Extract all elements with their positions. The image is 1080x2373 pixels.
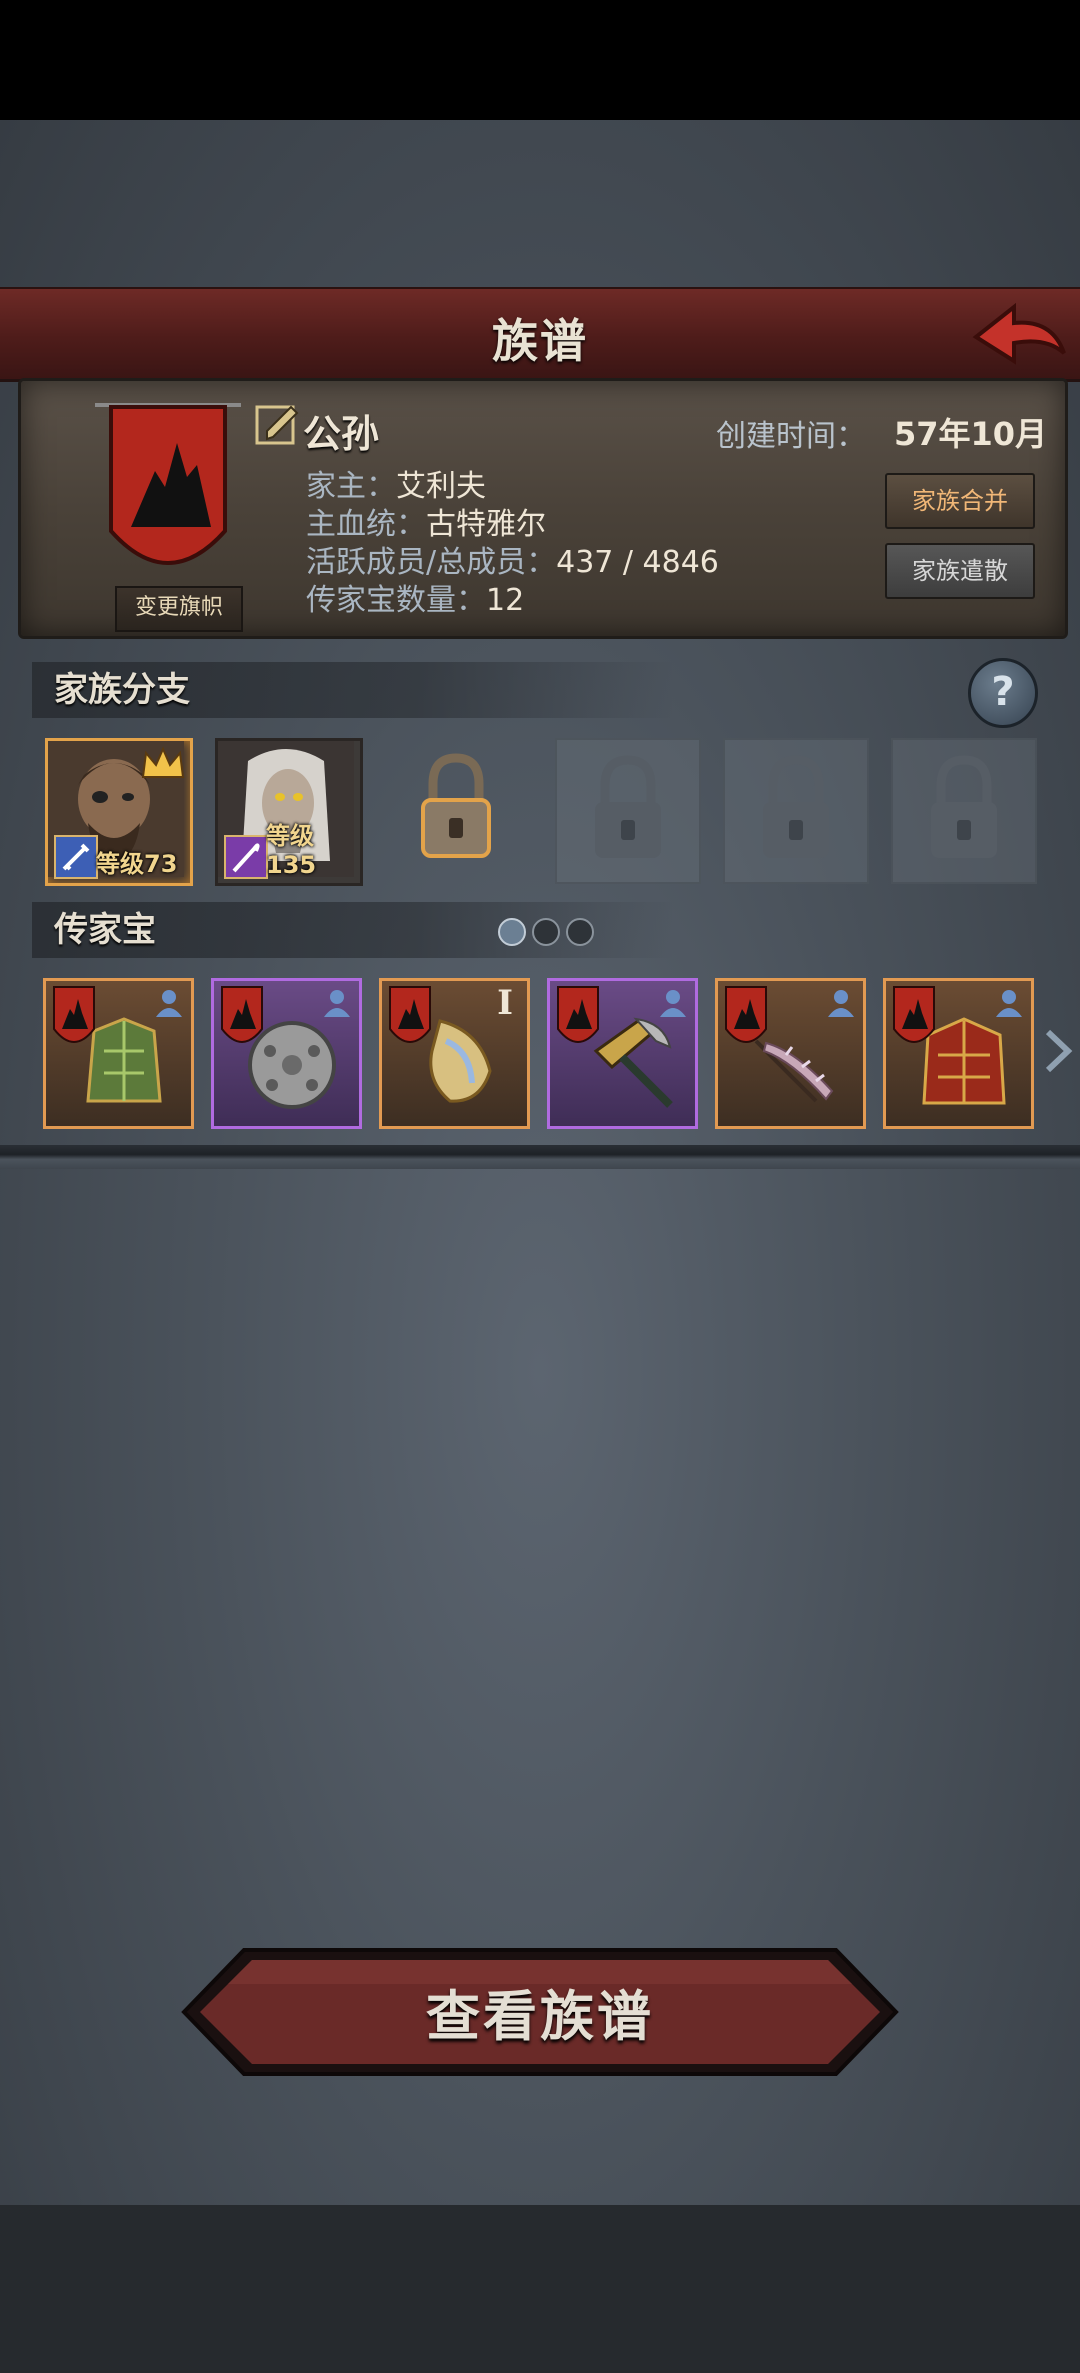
clan-banner-icon xyxy=(389,986,431,1043)
members-value: 437 / 4846 xyxy=(556,545,719,580)
branch-slot-unlockable[interactable] xyxy=(385,738,527,880)
help-icon[interactable]: ? xyxy=(968,658,1038,728)
page-dot[interactable] xyxy=(566,918,594,946)
heirloom-item[interactable]: I xyxy=(379,978,530,1129)
chevron-right-icon[interactable] xyxy=(1040,1026,1076,1076)
member-level: 等级135 xyxy=(266,822,317,879)
page-title: 族谱 xyxy=(492,314,588,368)
page-dot[interactable] xyxy=(498,918,526,946)
user-icon xyxy=(324,990,350,1017)
heirloom-count-row: 传家宝数量：12 xyxy=(306,575,524,619)
user-icon xyxy=(996,990,1022,1017)
lock-icon xyxy=(595,755,661,858)
lock-icon xyxy=(931,755,997,858)
tier-label: I xyxy=(497,983,513,1023)
heirloom-item[interactable] xyxy=(547,978,698,1129)
lock-icon xyxy=(763,755,829,858)
user-icon xyxy=(156,990,182,1017)
created-label: 创建时间： xyxy=(716,419,866,454)
clan-name: 公孙 xyxy=(303,412,380,456)
created-value: 57年10月 xyxy=(894,415,1048,453)
title-bar: 族谱 xyxy=(0,287,1080,382)
page-dot[interactable] xyxy=(532,918,560,946)
clan-banner-icon xyxy=(221,986,263,1043)
clan-info-panel: 变更旗帜 公孙 创建时间： 57年10月 家主：艾利夫 主血统：古特雅尔 活跃成… xyxy=(18,378,1068,639)
branch-slot-locked xyxy=(555,738,701,884)
clan-merge-button[interactable]: 家族合并 xyxy=(885,473,1035,529)
sword-class-icon xyxy=(54,835,98,879)
heirloom-item[interactable] xyxy=(43,978,194,1129)
page-indicator xyxy=(498,918,600,950)
clan-disband-button[interactable]: 家族遣散 xyxy=(885,543,1035,599)
staff-class-icon xyxy=(224,835,268,879)
clan-banner-icon xyxy=(53,986,95,1043)
heirloom-count-value: 12 xyxy=(486,583,525,618)
branches-header: 家族分支 xyxy=(32,662,674,718)
branch-slot-locked xyxy=(891,738,1037,884)
clan-banner-icon xyxy=(95,403,241,565)
heirloom-item[interactable] xyxy=(883,978,1034,1129)
branch-slot-locked xyxy=(723,738,869,884)
clan-banner-icon xyxy=(557,986,599,1043)
branch-member-1[interactable]: 等级73 xyxy=(45,738,193,886)
back-arrow-icon[interactable] xyxy=(970,297,1070,373)
navigation-bar xyxy=(0,2205,1080,2373)
status-bar xyxy=(0,0,1080,120)
change-flag-button[interactable]: 变更旗帜 xyxy=(115,586,243,632)
gold-lock-icon xyxy=(421,753,491,858)
clan-banner-icon xyxy=(725,986,767,1043)
branch-member-2[interactable]: 等级135 xyxy=(215,738,363,886)
user-icon xyxy=(828,990,854,1017)
heirloom-item[interactable] xyxy=(211,978,362,1129)
view-family-tree-label: 查看族谱 xyxy=(426,1985,654,2048)
user-icon xyxy=(660,990,686,1017)
member-level: 等级73 xyxy=(96,850,178,878)
crown-icon xyxy=(141,746,185,778)
section-divider xyxy=(0,1145,1080,1169)
heirloom-count-label: 传家宝数量： xyxy=(306,583,486,618)
heirloom-item[interactable] xyxy=(715,978,866,1129)
clan-banner-icon xyxy=(893,986,935,1043)
edit-name-icon[interactable] xyxy=(253,401,301,449)
